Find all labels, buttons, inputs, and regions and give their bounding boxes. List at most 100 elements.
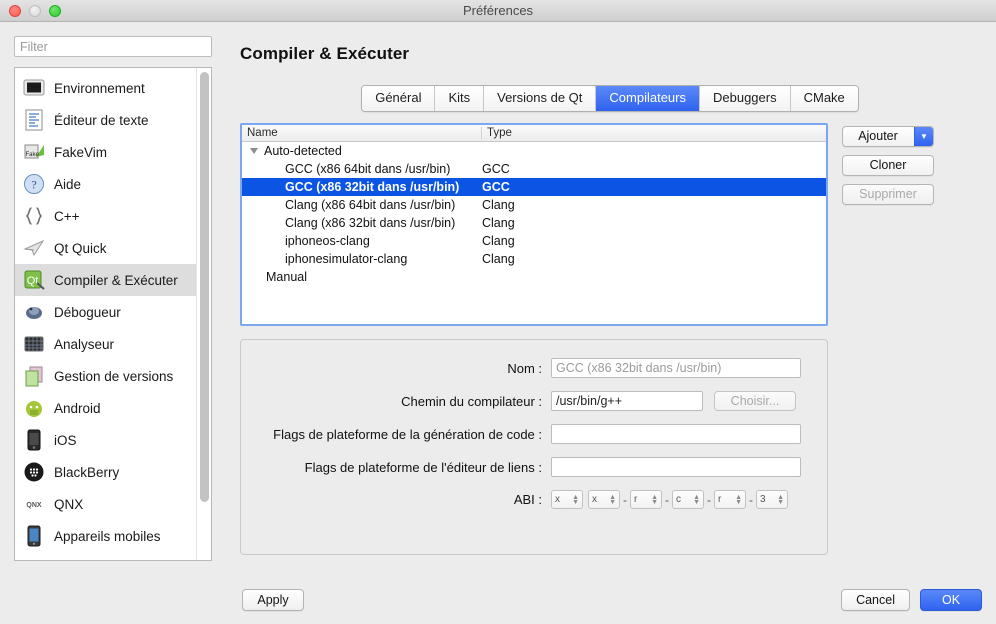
abi-part-5-selector[interactable]: r ▲ ▼ — [714, 490, 746, 509]
stepper-arrows-icon[interactable]: ▲ ▼ — [693, 494, 700, 506]
window-titlebar: Préférences — [0, 0, 996, 22]
tab-kits[interactable]: Kits — [435, 86, 485, 111]
sidebar-item-label: Qt Quick — [54, 240, 107, 256]
abi-part-1-selector[interactable]: x ▲ ▼ — [551, 490, 583, 509]
compilers-table[interactable]: Name Type Auto-detected GCC (x86 64bit da… — [240, 123, 828, 326]
abi-part-3-selector[interactable]: r ▲ ▼ — [630, 490, 662, 509]
sidebar-list: Environnement Éditeur de texte Fake FakeVim… — [15, 68, 211, 552]
cell-name: Auto-detected — [242, 144, 482, 158]
column-header-type[interactable]: Type — [482, 127, 512, 139]
tab-debuggers[interactable]: Debuggers — [700, 86, 791, 111]
table-row[interactable]: Clang (x86 32bit dans /usr/bin) Clang — [242, 214, 826, 232]
sidebar-item-gestion-de-versions[interactable]: Gestion de versions — [15, 360, 211, 392]
abi-label: ABI : — [513, 492, 542, 507]
qnx-icon: QNX — [23, 493, 45, 515]
sidebar-item-android[interactable]: Android — [15, 392, 211, 424]
sidebar-item-label: C++ — [54, 208, 80, 224]
cell-name-text: GCC (x86 32bit dans /usr/bin) — [285, 180, 460, 194]
table-row[interactable]: Auto-detected — [242, 142, 826, 160]
sidebar-item-appareils-mobiles[interactable]: Appareils mobiles — [15, 520, 211, 552]
sidebar-item-environnement[interactable]: Environnement — [15, 72, 211, 104]
sidebar: Environnement Éditeur de texte Fake FakeVim… — [0, 22, 228, 624]
remove-button[interactable]: Supprimer — [842, 184, 934, 205]
column-header-name[interactable]: Name — [242, 127, 482, 139]
cell-type: Clang — [482, 252, 515, 266]
sidebar-item-aide[interactable]: ? Aide — [15, 168, 211, 200]
cell-name-text: iphonesimulator-clang — [285, 252, 408, 266]
iphone-icon — [23, 429, 45, 451]
cell-name-text: Manual — [266, 270, 307, 284]
tab-g-n-ral[interactable]: Général — [362, 86, 436, 111]
sidebar-item-qnx[interactable]: QNX QNX — [15, 488, 211, 520]
table-row[interactable]: iphonesimulator-clang Clang — [242, 250, 826, 268]
stepper-arrows-icon[interactable]: ▲ ▼ — [572, 494, 579, 506]
form-row-name: Nom : — [241, 358, 807, 378]
maximize-button[interactable] — [49, 4, 61, 17]
compiler-path-label: Chemin du compilateur : — [401, 393, 542, 409]
cell-name: Clang (x86 32bit dans /usr/bin) — [242, 216, 482, 230]
stepper-arrows-icon[interactable]: ▲ ▼ — [735, 494, 742, 506]
abi-part-value: r — [634, 494, 638, 505]
sidebar-item-c[interactable]: C++ — [15, 200, 211, 232]
apply-button[interactable]: Apply — [242, 588, 304, 611]
stepper-arrows-icon[interactable]: ▲ ▼ — [777, 494, 784, 506]
help-question-icon: ? — [23, 173, 45, 195]
sidebar-item-diteur-de-texte[interactable]: Éditeur de texte — [15, 104, 211, 136]
table-row[interactable]: Clang (x86 64bit dans /usr/bin) Clang — [242, 196, 826, 214]
abi-part-4-selector[interactable]: c ▲ ▼ — [672, 490, 704, 509]
table-row[interactable]: GCC (x86 32bit dans /usr/bin) GCC — [242, 178, 826, 196]
close-button[interactable] — [9, 4, 21, 17]
sidebar-item-d-bogueur[interactable]: Débogueur — [15, 296, 211, 328]
cancel-button[interactable]: Cancel — [841, 588, 910, 611]
sidebar-item-label: iOS — [54, 432, 77, 448]
analyzer-grid-icon — [23, 333, 45, 355]
sidebar-item-compiler-ex-cuter[interactable]: Qt Compiler & Exécuter — [15, 264, 211, 296]
cell-name-text: iphoneos-clang — [285, 234, 370, 248]
triangle-down-icon[interactable] — [250, 148, 258, 154]
sidebar-item-label: Débogueur — [54, 304, 121, 320]
sidebar-scrollbar[interactable] — [196, 68, 211, 560]
cell-type: Clang — [482, 216, 515, 230]
add-button[interactable]: Ajouter ▼ — [842, 126, 934, 147]
add-button-label: Ajouter — [858, 129, 898, 143]
linker-flags-field[interactable] — [551, 457, 801, 477]
tab-cmake[interactable]: CMake — [790, 86, 858, 111]
clone-button[interactable]: Cloner — [842, 155, 934, 176]
sidebar-item-label: Compiler & Exécuter — [54, 272, 178, 288]
tab-compilateurs[interactable]: Compilateurs — [596, 86, 700, 111]
table-row[interactable]: GCC (x86 64bit dans /usr/bin) GCC — [242, 160, 826, 178]
table-row[interactable]: Manual — [242, 268, 826, 286]
abi-part-6-selector[interactable]: 3 ▲ ▼ — [756, 490, 788, 509]
table-header: Name Type — [242, 125, 826, 142]
stepper-arrows-icon[interactable]: ▲ ▼ — [609, 494, 616, 506]
cell-type: Clang — [482, 234, 515, 248]
cell-name-text: Clang (x86 32bit dans /usr/bin) — [285, 216, 456, 230]
chevron-down-icon[interactable]: ▼ — [914, 127, 933, 146]
sidebar-item-analyseur[interactable]: Analyseur — [15, 328, 211, 360]
filter-input[interactable] — [14, 36, 212, 57]
sidebar-item-ios[interactable]: iOS — [15, 424, 211, 456]
minimize-button[interactable] — [29, 4, 41, 17]
stepper-arrows-icon[interactable]: ▲ ▼ — [651, 494, 658, 506]
sidebar-item-qt-quick[interactable]: Qt Quick — [15, 232, 211, 264]
svg-text:QNX: QNX — [26, 502, 42, 509]
codegen-flags-field[interactable] — [551, 424, 801, 444]
cell-name: iphonesimulator-clang — [242, 252, 482, 266]
tab-versions-de-qt[interactable]: Versions de Qt — [484, 86, 597, 111]
compiler-path-field[interactable] — [551, 391, 703, 411]
choose-button[interactable]: Choisir... — [714, 391, 796, 411]
sidebar-item-label: Analyseur — [54, 336, 115, 352]
sidebar-scrollbar-thumb[interactable] — [200, 72, 209, 502]
qt-build-icon: Qt — [23, 269, 45, 291]
ok-button[interactable]: OK — [920, 588, 982, 611]
abi-part-value: c — [676, 494, 681, 505]
sidebar-item-label: QNX — [54, 496, 84, 512]
name-field[interactable] — [551, 358, 801, 378]
sidebar-item-fakevim[interactable]: Fake FakeVim — [15, 136, 211, 168]
sidebar-item-blackberry[interactable]: BlackBerry — [15, 456, 211, 488]
bug-icon — [23, 301, 45, 323]
tab-list: Général Kits Versions de Qt Compilateurs Deb… — [361, 85, 859, 112]
abi-part-2-selector[interactable]: x ▲ ▼ — [588, 490, 620, 509]
table-row[interactable]: iphoneos-clang Clang — [242, 232, 826, 250]
abi-part-value: x — [592, 494, 597, 505]
